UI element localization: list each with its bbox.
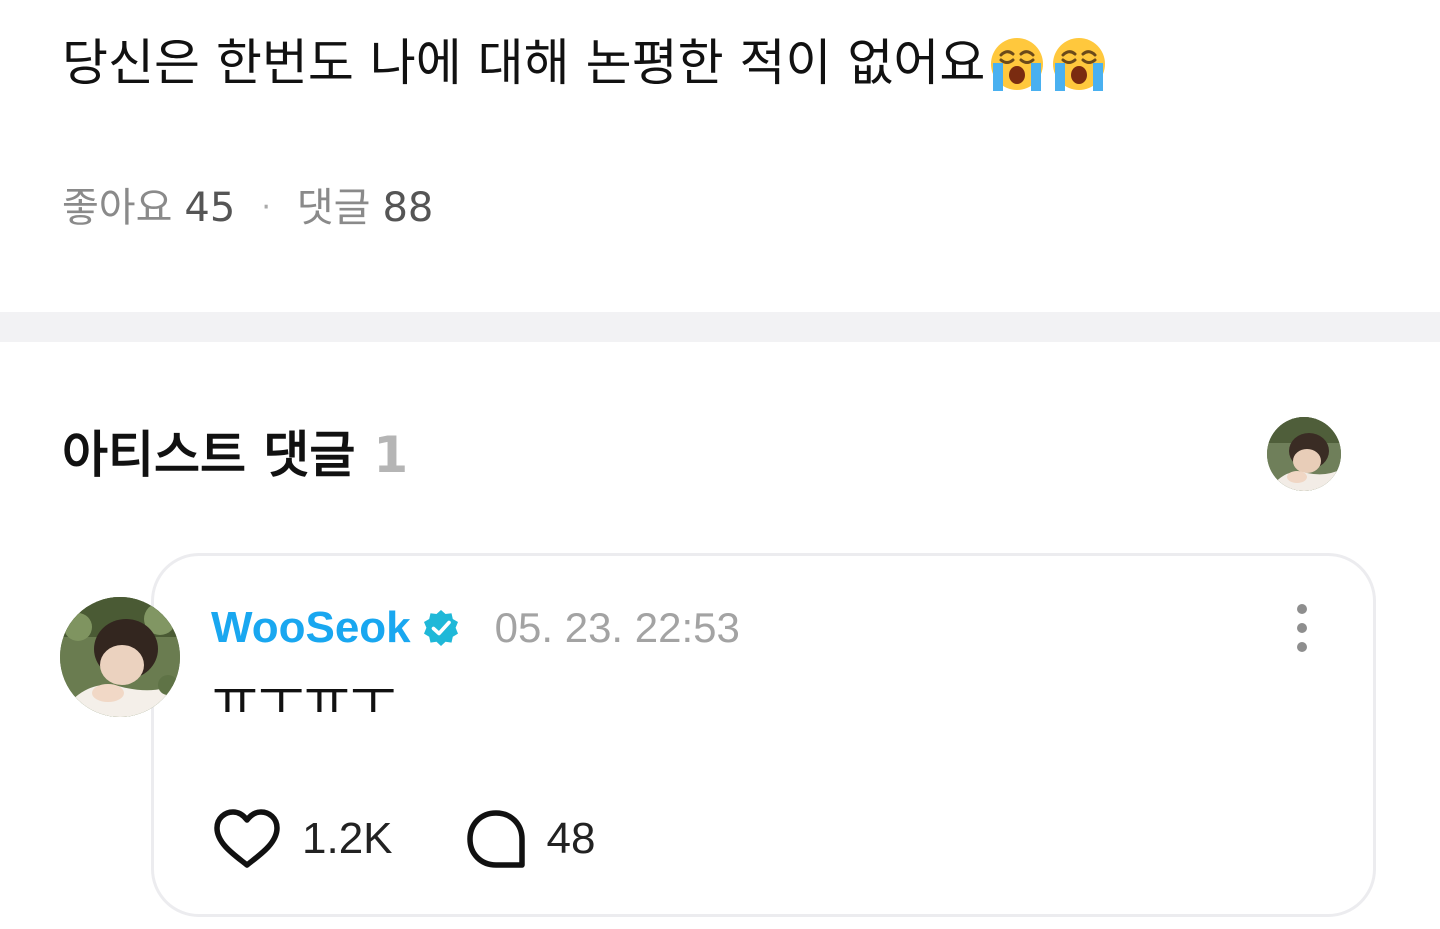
comment-text: ㅠㅜㅠㅜ <box>212 669 396 727</box>
post-comments-page: 당신은 한번도 나에 대해 논평한 적이 없어요 좋아요 45 · 댓글 88 … <box>0 0 1440 929</box>
artist-comments-label: 아티스트 댓글 <box>62 426 356 484</box>
comment-author-name[interactable]: WooSeok <box>211 603 411 653</box>
comments-count: 88 <box>382 185 434 231</box>
more-options-button[interactable] <box>1284 600 1320 656</box>
artist-comments-count: 1 <box>373 426 409 484</box>
comment-author-avatar[interactable] <box>60 597 180 717</box>
post-text-content: 당신은 한번도 나에 대해 논평한 적이 없어요 <box>62 34 986 92</box>
comment-header: WooSeok 05. 23. 22:53 <box>211 600 740 656</box>
comments-label: 댓글 <box>296 185 371 231</box>
artist-photo <box>1267 417 1341 491</box>
artist-comments-title: 아티스트 댓글 1 <box>62 424 408 486</box>
comment-actions: 1.2K 48 <box>212 804 595 874</box>
like-button[interactable]: 1.2K <box>212 807 393 871</box>
verified-badge-icon <box>423 610 458 646</box>
likes-stat[interactable]: 좋아요 45 <box>62 182 235 234</box>
post-text: 당신은 한번도 나에 대해 논평한 적이 없어요 <box>62 28 1109 98</box>
stats-separator: · <box>261 190 271 225</box>
artist-avatar[interactable] <box>1267 417 1341 491</box>
section-divider <box>0 312 1440 342</box>
reply-count: 48 <box>546 814 596 863</box>
speech-bubble-icon <box>466 810 525 868</box>
comment-timestamp: 05. 23. 22:53 <box>494 604 740 651</box>
reply-button[interactable]: 48 <box>465 808 596 870</box>
like-count: 1.2K <box>302 814 393 863</box>
likes-label: 좋아요 <box>62 185 173 231</box>
post-stats: 좋아요 45 · 댓글 88 <box>62 182 433 234</box>
more-vertical-icon <box>1297 604 1307 614</box>
crying-face-emoji-icon <box>991 38 1044 91</box>
heart-outline-icon <box>214 809 280 868</box>
comments-stat[interactable]: 댓글 88 <box>297 182 434 234</box>
author-photo <box>60 597 180 717</box>
crying-face-emoji-icon <box>1053 38 1106 91</box>
likes-count: 45 <box>184 185 236 231</box>
